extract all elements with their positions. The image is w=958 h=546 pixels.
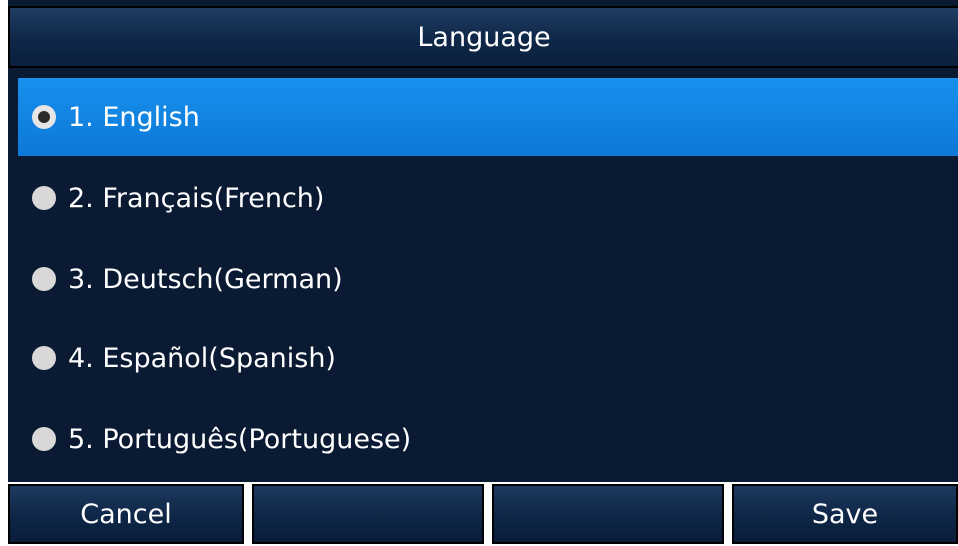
language-option-english[interactable]: 1. English [18,78,958,156]
language-option-label: 1. English [68,101,200,133]
language-option-label: 2. Français(French) [68,182,325,214]
radio-unchecked-icon [32,267,56,291]
radio-unchecked-icon [32,427,56,451]
language-option-german[interactable]: 3. Deutsch(German) [18,240,958,318]
cancel-button[interactable]: Cancel [8,484,244,544]
page-title: Language [8,6,958,68]
language-option-label: 4. Español(Spanish) [68,342,336,374]
radio-unchecked-icon [32,346,56,370]
phone-screen: Language 1. English 2. Français(French) … [8,0,958,546]
save-button[interactable]: Save [732,484,958,544]
language-option-spanish[interactable]: 4. Español(Spanish) [18,319,958,397]
softkey-bar: Cancel Save [8,482,958,546]
language-option-label: 3. Deutsch(German) [68,263,343,295]
softkey-3-button[interactable] [492,484,724,544]
cancel-button-label: Cancel [80,498,172,530]
language-option-french[interactable]: 2. Français(French) [18,159,958,237]
softkey-2-button[interactable] [252,484,484,544]
radio-checked-icon [32,105,56,129]
save-button-label: Save [811,498,879,530]
language-option-label: 5. Português(Portuguese) [68,423,412,455]
radio-unchecked-icon [32,186,56,210]
language-option-portuguese[interactable]: 5. Português(Portuguese) [18,400,958,478]
page-title-text: Language [417,21,551,53]
